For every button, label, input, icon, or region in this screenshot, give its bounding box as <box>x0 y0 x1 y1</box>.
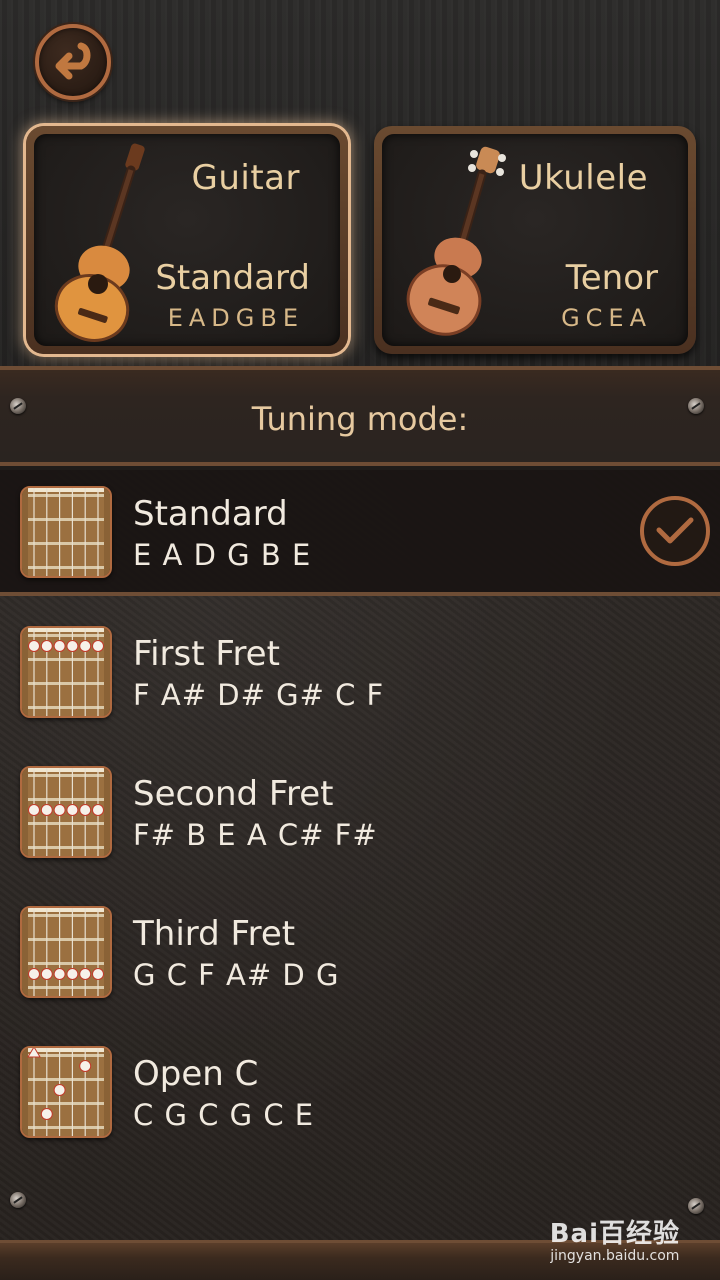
fret-marker <box>92 968 104 980</box>
tuning-item-second-fret[interactable]: Second Fret F# B E A C# F# <box>0 750 720 876</box>
tuning-name: Standard <box>133 494 288 534</box>
instrument-name: Guitar <box>191 158 300 198</box>
fret-marker <box>28 640 40 652</box>
checkmark-icon <box>640 496 710 566</box>
tuning-notes: G C F A# D G <box>133 958 340 992</box>
fretboard-icon <box>20 766 112 858</box>
fret-marker <box>66 968 79 980</box>
fretboard-icon <box>20 906 112 998</box>
fret-marker <box>92 640 104 652</box>
guitar-icon <box>54 143 145 342</box>
tuning-name: Open C <box>133 1054 259 1094</box>
tuning-item-standard[interactable]: Standard E A D G B E <box>0 470 720 596</box>
screw-icon <box>10 1192 26 1208</box>
fret-marker <box>40 1108 53 1120</box>
fret-marker <box>40 804 53 816</box>
tuning-notes: E A D G B E <box>133 538 312 572</box>
fret-marker <box>79 968 92 980</box>
fret-marker <box>53 640 66 652</box>
fret-marker <box>79 1060 92 1072</box>
fret-marker <box>53 804 66 816</box>
fretboard-icon <box>20 626 112 718</box>
instrument-card-guitar[interactable]: Guitar Standard EADGBE <box>26 126 348 354</box>
fret-marker <box>40 968 53 980</box>
tuning-mode-header: Tuning mode: <box>0 366 720 466</box>
fret-marker <box>66 640 79 652</box>
tuning-item-third-fret[interactable]: Third Fret G C F A# D G <box>0 890 720 1016</box>
watermark-main: Bai百经验 <box>549 1219 680 1249</box>
tuning-mode-title: Tuning mode: <box>251 400 469 438</box>
screw-icon <box>688 1198 704 1214</box>
instrument-card-ukulele[interactable]: Ukulele Tenor GCEA <box>374 126 696 354</box>
tuning-name: First Fret <box>133 634 280 674</box>
instrument-mode: Standard <box>155 258 310 298</box>
fret-marker <box>40 640 53 652</box>
instrument-name: Ukulele <box>518 158 648 198</box>
fret-marker <box>53 1084 66 1096</box>
fret-marker <box>92 804 104 816</box>
tuning-notes: F A# D# G# C F <box>133 678 385 712</box>
watermark-sub: jingyan.baidu.com <box>550 1248 680 1264</box>
instrument-mode: Tenor <box>565 258 658 298</box>
fret-marker <box>53 968 66 980</box>
tuning-notes: C G C G C E <box>133 1098 315 1132</box>
tuning-name: Third Fret <box>133 914 296 954</box>
tuning-name: Second Fret <box>133 774 334 814</box>
tuning-list: Standard E A D G B E First Fret F A# D# … <box>0 470 720 1240</box>
fret-marker <box>28 968 40 980</box>
fret-marker <box>28 804 40 816</box>
back-button[interactable] <box>35 24 111 100</box>
fret-marker <box>79 640 92 652</box>
instrument-notes: EADGBE <box>167 304 304 332</box>
fret-marker <box>66 804 79 816</box>
fretboard-icon <box>20 486 112 578</box>
tuning-item-open-c[interactable]: Open C C G C G C E <box>0 1030 720 1156</box>
ukulele-icon <box>406 146 506 336</box>
fret-marker <box>79 804 92 816</box>
back-arrow-icon <box>55 42 91 80</box>
tuning-notes: F# B E A C# F# <box>133 818 378 852</box>
tuning-item-first-fret[interactable]: First Fret F A# D# G# C F <box>0 610 720 736</box>
instrument-notes: GCEA <box>561 304 652 332</box>
fretboard-icon <box>20 1046 112 1138</box>
baidu-watermark: Bai百经验 jingyan.baidu.com <box>550 1213 680 1264</box>
